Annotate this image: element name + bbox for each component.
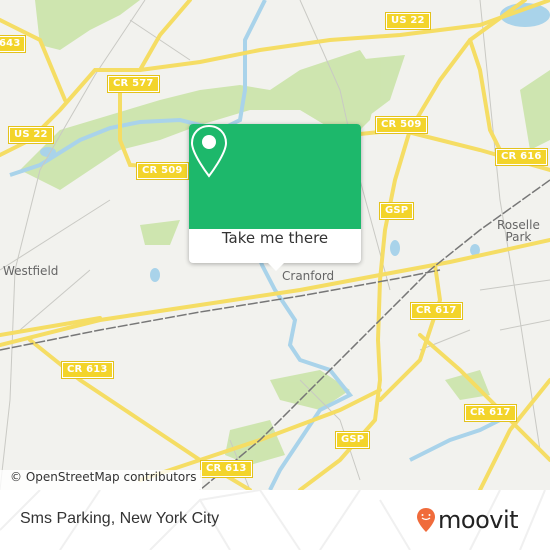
road-shield-cr509-west: CR 509 (136, 162, 189, 180)
popup-tail (268, 263, 284, 271)
location-popup: Take me there (189, 124, 361, 271)
lake (150, 268, 160, 282)
moovit-pin-icon (417, 508, 435, 532)
road-shield-cr509-east: CR 509 (375, 116, 428, 134)
river (409, 418, 501, 462)
lake (390, 240, 400, 256)
road-shield-us22-east: US 22 (385, 12, 431, 30)
map-attribution[interactable]: © OpenStreetMap contributors (0, 470, 203, 490)
road (138, 0, 192, 72)
road-shield-cr577: CR 577 (107, 75, 160, 93)
moovit-logo-text: moovit (438, 506, 519, 534)
road-shield-cr617-south: CR 617 (464, 404, 517, 422)
road-shield-643: 643 (0, 35, 27, 53)
road-shield-cr613-west: CR 613 (61, 361, 114, 379)
road-shield-cr617-north: CR 617 (410, 302, 463, 320)
place-label-westfield: Westfield (3, 264, 59, 278)
moovit-logo[interactable]: moovit (416, 506, 519, 534)
road (478, 378, 550, 490)
location-title: Sms Parking, New York City (20, 510, 220, 527)
map[interactable]: US 22 US 22 CR 577 CR 509 CR 509 CR 616 … (0, 0, 550, 490)
road-shield-cr616: CR 616 (495, 148, 548, 166)
location-pin-icon (190, 124, 228, 178)
road-cr617-south (418, 333, 550, 462)
road-shield-gsp-north: GSP (378, 202, 415, 220)
place-label-line: Park (505, 230, 532, 244)
park-area (140, 220, 180, 245)
rail-line (0, 269, 441, 351)
footer: Sms Parking, New York City moovit (0, 490, 550, 550)
take-me-there-button[interactable]: Take me there (189, 229, 361, 263)
place-label-cranford: Cranford (282, 269, 335, 283)
road-shield-cr613-south: CR 613 (200, 460, 253, 478)
road-shield-gsp-south: GSP (334, 431, 371, 449)
park-area (35, 0, 140, 50)
park-area (520, 70, 550, 150)
place-label-roselle-park: Roselle Park (497, 219, 540, 243)
road (468, 38, 502, 152)
road-shield-us22-west: US 22 (8, 126, 54, 144)
popup-header (189, 124, 361, 229)
